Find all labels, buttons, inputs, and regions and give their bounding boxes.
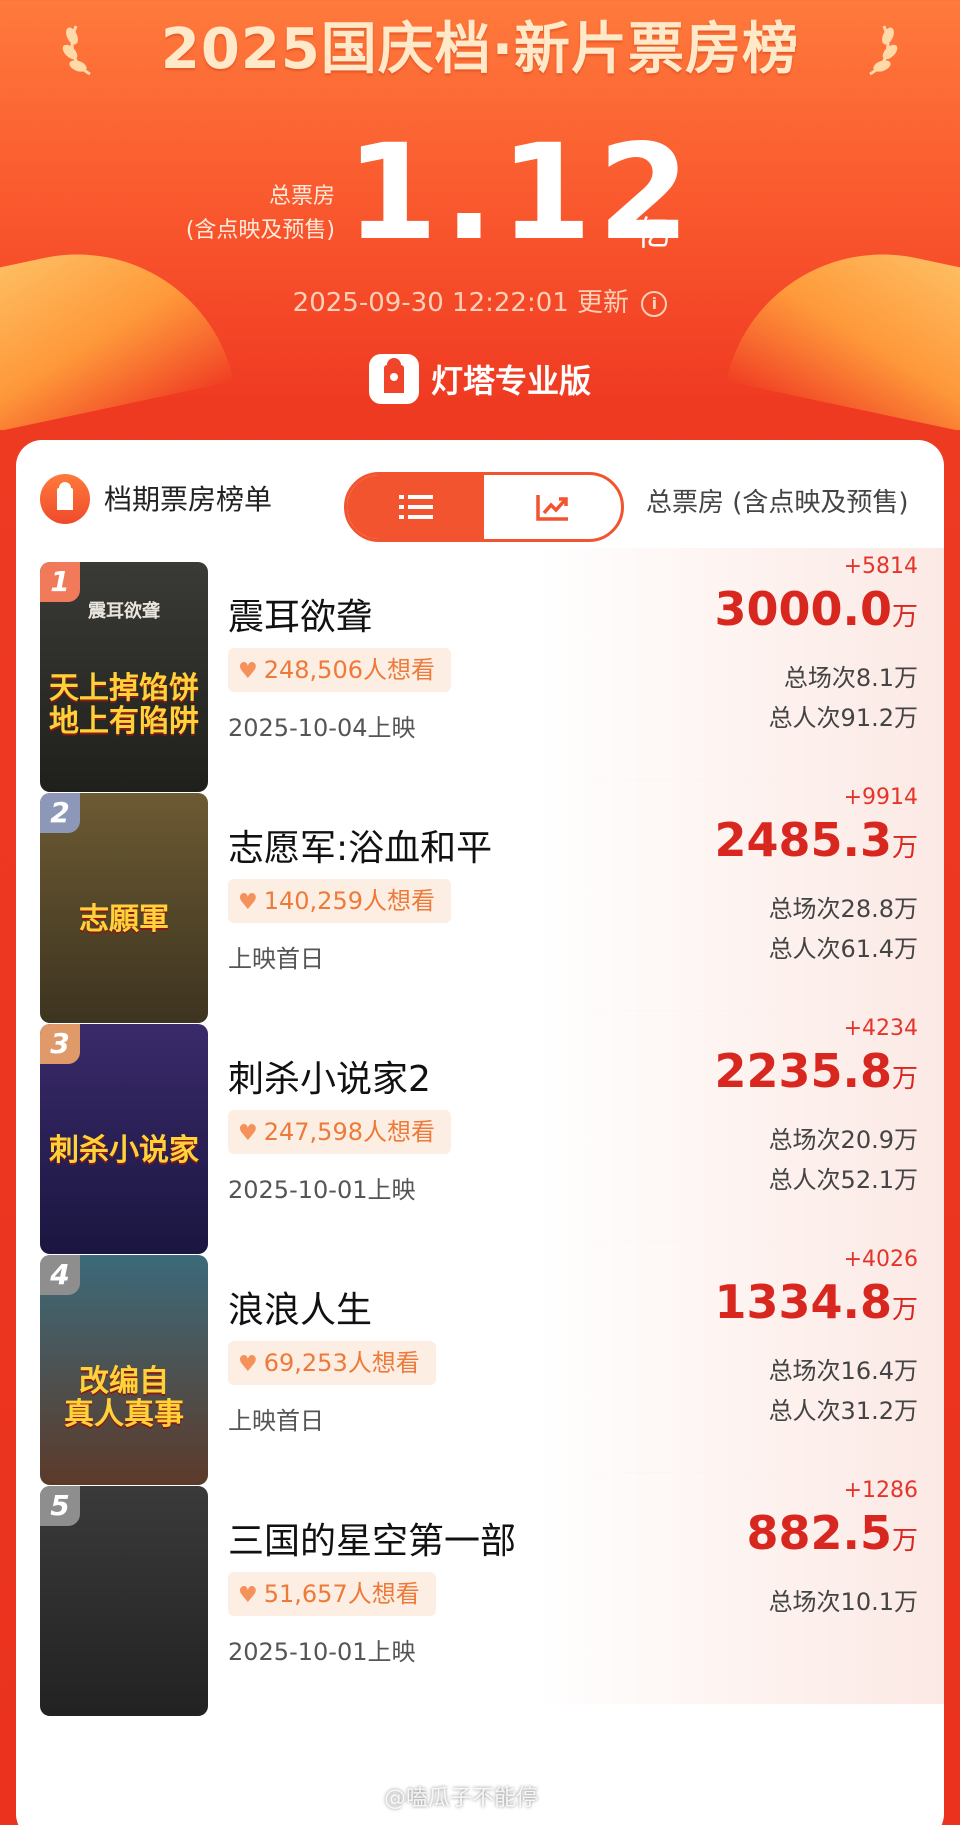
total-sessions: 总场次28.8万: [768, 895, 918, 923]
box-office-gross: 1334.8万: [714, 1275, 918, 1329]
ranking-row[interactable]: 5 三国的星空第一部 ♥ 51,657人想看 2025-10-01上映 +1286…: [16, 1472, 944, 1716]
poster-tagline: 天上掉馅饼 地上有陷阱: [49, 671, 199, 739]
gross-unit: 万: [891, 602, 918, 632]
gross-value: 1334.8: [714, 1275, 892, 1329]
page-title: 2025国庆档·新片票房榜: [160, 17, 800, 82]
update-time: 2025-09-30 12:22:01 更新: [292, 288, 630, 318]
total-admissions: 总人次31.2万: [768, 1397, 918, 1425]
ranking-row[interactable]: 改编自 真人真事 4 浪浪人生 ♥ 69,253人想看 上映首日 +4026 13…: [16, 1241, 944, 1485]
box-office-delta: +1286: [843, 1478, 918, 1503]
rank-badge: 2: [40, 793, 80, 833]
want-to-see-count: 248,506人想看: [263, 656, 435, 684]
box-office-delta: +9914: [843, 785, 918, 810]
box-office-gross: 2485.3万: [714, 813, 918, 867]
want-to-see-badge: ♥ 247,598人想看: [228, 1110, 451, 1154]
list-icon: [398, 495, 433, 519]
gross-value: 882.5: [746, 1506, 892, 1560]
movie-poster[interactable]: 改编自 真人真事 4: [40, 1255, 208, 1485]
list-view-button[interactable]: [347, 475, 484, 539]
movie-poster[interactable]: 震耳欲聋 天上掉馅饼 地上有陷阱 1: [40, 562, 208, 792]
box-office-gross: 3000.0万: [714, 582, 918, 636]
header-banner: 2025国庆档·新片票房榜 总票房 (含点映及预售) 1.12 亿 2025-0…: [0, 0, 960, 430]
want-to-see-count: 247,598人想看: [263, 1118, 435, 1146]
view-toggle[interactable]: [344, 472, 624, 542]
total-label-line2: (含点映及预售): [185, 218, 335, 243]
ranking-title: 档期票房榜单: [104, 483, 273, 516]
release-date: 2025-10-04上映: [228, 714, 416, 742]
total-box-office-unit: 亿: [636, 214, 670, 254]
release-date: 2025-10-01上映: [228, 1176, 416, 1204]
gross-value: 2235.8: [714, 1044, 892, 1098]
ranking-row[interactable]: 刺杀小说家 3 刺杀小说家2 ♥ 247,598人想看 2025-10-01上映 …: [16, 1010, 944, 1254]
total-sessions: 总场次8.1万: [783, 664, 918, 692]
trend-view-button[interactable]: [484, 475, 621, 539]
total-sessions: 总场次20.9万: [768, 1126, 918, 1154]
box-office-gross: 882.5万: [746, 1506, 918, 1560]
heart-icon: ♥: [238, 1352, 258, 1377]
total-box-office-label: 总票房 (含点映及预售): [145, 180, 335, 248]
total-admissions: 总人次61.4万: [768, 935, 918, 963]
poster-subtitle: 震耳欲聋: [88, 601, 160, 622]
gross-value: 2485.3: [714, 813, 892, 867]
box-office-delta: +4026: [843, 1247, 918, 1272]
want-to-see-badge: ♥ 248,506人想看: [228, 648, 451, 692]
gross-value: 3000.0: [714, 582, 892, 636]
release-date: 上映首日: [228, 1407, 324, 1435]
movie-title[interactable]: 刺杀小说家2: [228, 1050, 431, 1102]
box-office-gross: 2235.8万: [714, 1044, 918, 1098]
movie-poster[interactable]: 志願軍 2: [40, 793, 208, 1023]
ranking-logo-icon: [40, 474, 90, 524]
total-admissions: 总人次91.2万: [768, 704, 918, 732]
gross-unit: 万: [891, 1064, 918, 1094]
lighthouse-logo-icon: [368, 354, 419, 404]
gross-unit: 万: [891, 1526, 918, 1556]
box-office-delta: +4234: [843, 1016, 918, 1041]
release-date: 上映首日: [228, 945, 324, 973]
column-header-total: 总票房 (含点映及预售): [646, 488, 909, 518]
ranking-row[interactable]: 志願軍 2 志愿军:浴血和平 ♥ 140,259人想看 上映首日 +9914 24…: [16, 779, 944, 1023]
ranking-card: 档期票房榜单 总票房 (含点映及预售) 震耳欲聋 天上掉馅饼 地上有陷阱 1 震…: [16, 440, 944, 1825]
rank-badge: 1: [40, 562, 80, 602]
gross-unit: 万: [891, 1295, 918, 1325]
movie-title[interactable]: 志愿军:浴血和平: [228, 819, 492, 871]
box-office-delta: +5814: [843, 554, 918, 579]
ranking-card-header: 档期票房榜单 总票房 (含点映及预售): [16, 440, 944, 550]
movie-title[interactable]: 三国的星空第一部: [228, 1512, 516, 1564]
poster-tagline: 改编自 真人真事: [64, 1364, 184, 1432]
want-to-see-badge: ♥ 51,657人想看: [228, 1572, 436, 1616]
total-admissions: 总人次52.1万: [768, 1166, 918, 1194]
poster-tagline: 刺杀小说家: [49, 1133, 199, 1168]
update-time-row: 2025-09-30 12:22:01 更新 i: [0, 282, 960, 319]
release-date: 2025-10-01上映: [228, 1638, 416, 1666]
heart-icon: ♥: [238, 659, 258, 684]
want-to-see-count: 51,657人想看: [263, 1580, 420, 1608]
gross-unit: 万: [891, 833, 918, 863]
movie-title[interactable]: 浪浪人生: [228, 1281, 372, 1333]
want-to-see-badge: ♥ 140,259人想看: [228, 879, 451, 923]
want-to-see-count: 69,253人想看: [263, 1349, 420, 1377]
total-box-office: 总票房 (含点映及预售) 1.12 亿: [0, 127, 960, 259]
movie-poster[interactable]: 刺杀小说家 3: [40, 1024, 208, 1254]
movie-title[interactable]: 震耳欲聋: [228, 588, 372, 640]
total-sessions: 总场次16.4万: [768, 1357, 918, 1385]
watermark: @嗑瓜子不能停: [384, 1786, 539, 1811]
heart-icon: ♥: [238, 1121, 258, 1146]
want-to-see-badge: ♥ 69,253人想看: [228, 1341, 436, 1385]
rank-badge: 5: [40, 1486, 80, 1526]
info-icon[interactable]: i: [641, 290, 668, 317]
want-to-see-count: 140,259人想看: [263, 887, 435, 915]
total-sessions: 总场次10.1万: [768, 1588, 918, 1616]
trend-chart-icon: [535, 495, 568, 521]
brand: 灯塔专业版: [0, 354, 960, 404]
heart-icon: ♥: [238, 1583, 258, 1608]
ranking-row[interactable]: 震耳欲聋 天上掉馅饼 地上有陷阱 1 震耳欲聋 ♥ 248,506人想看 2025…: [16, 548, 944, 792]
brand-name: 灯塔专业版: [430, 362, 591, 400]
movie-poster[interactable]: 5: [40, 1486, 208, 1716]
poster-tagline: 志願軍: [79, 902, 169, 937]
total-label-line1: 总票房: [268, 184, 335, 209]
rank-badge: 3: [40, 1024, 80, 1064]
rank-badge: 4: [40, 1255, 80, 1295]
heart-icon: ♥: [238, 890, 258, 915]
